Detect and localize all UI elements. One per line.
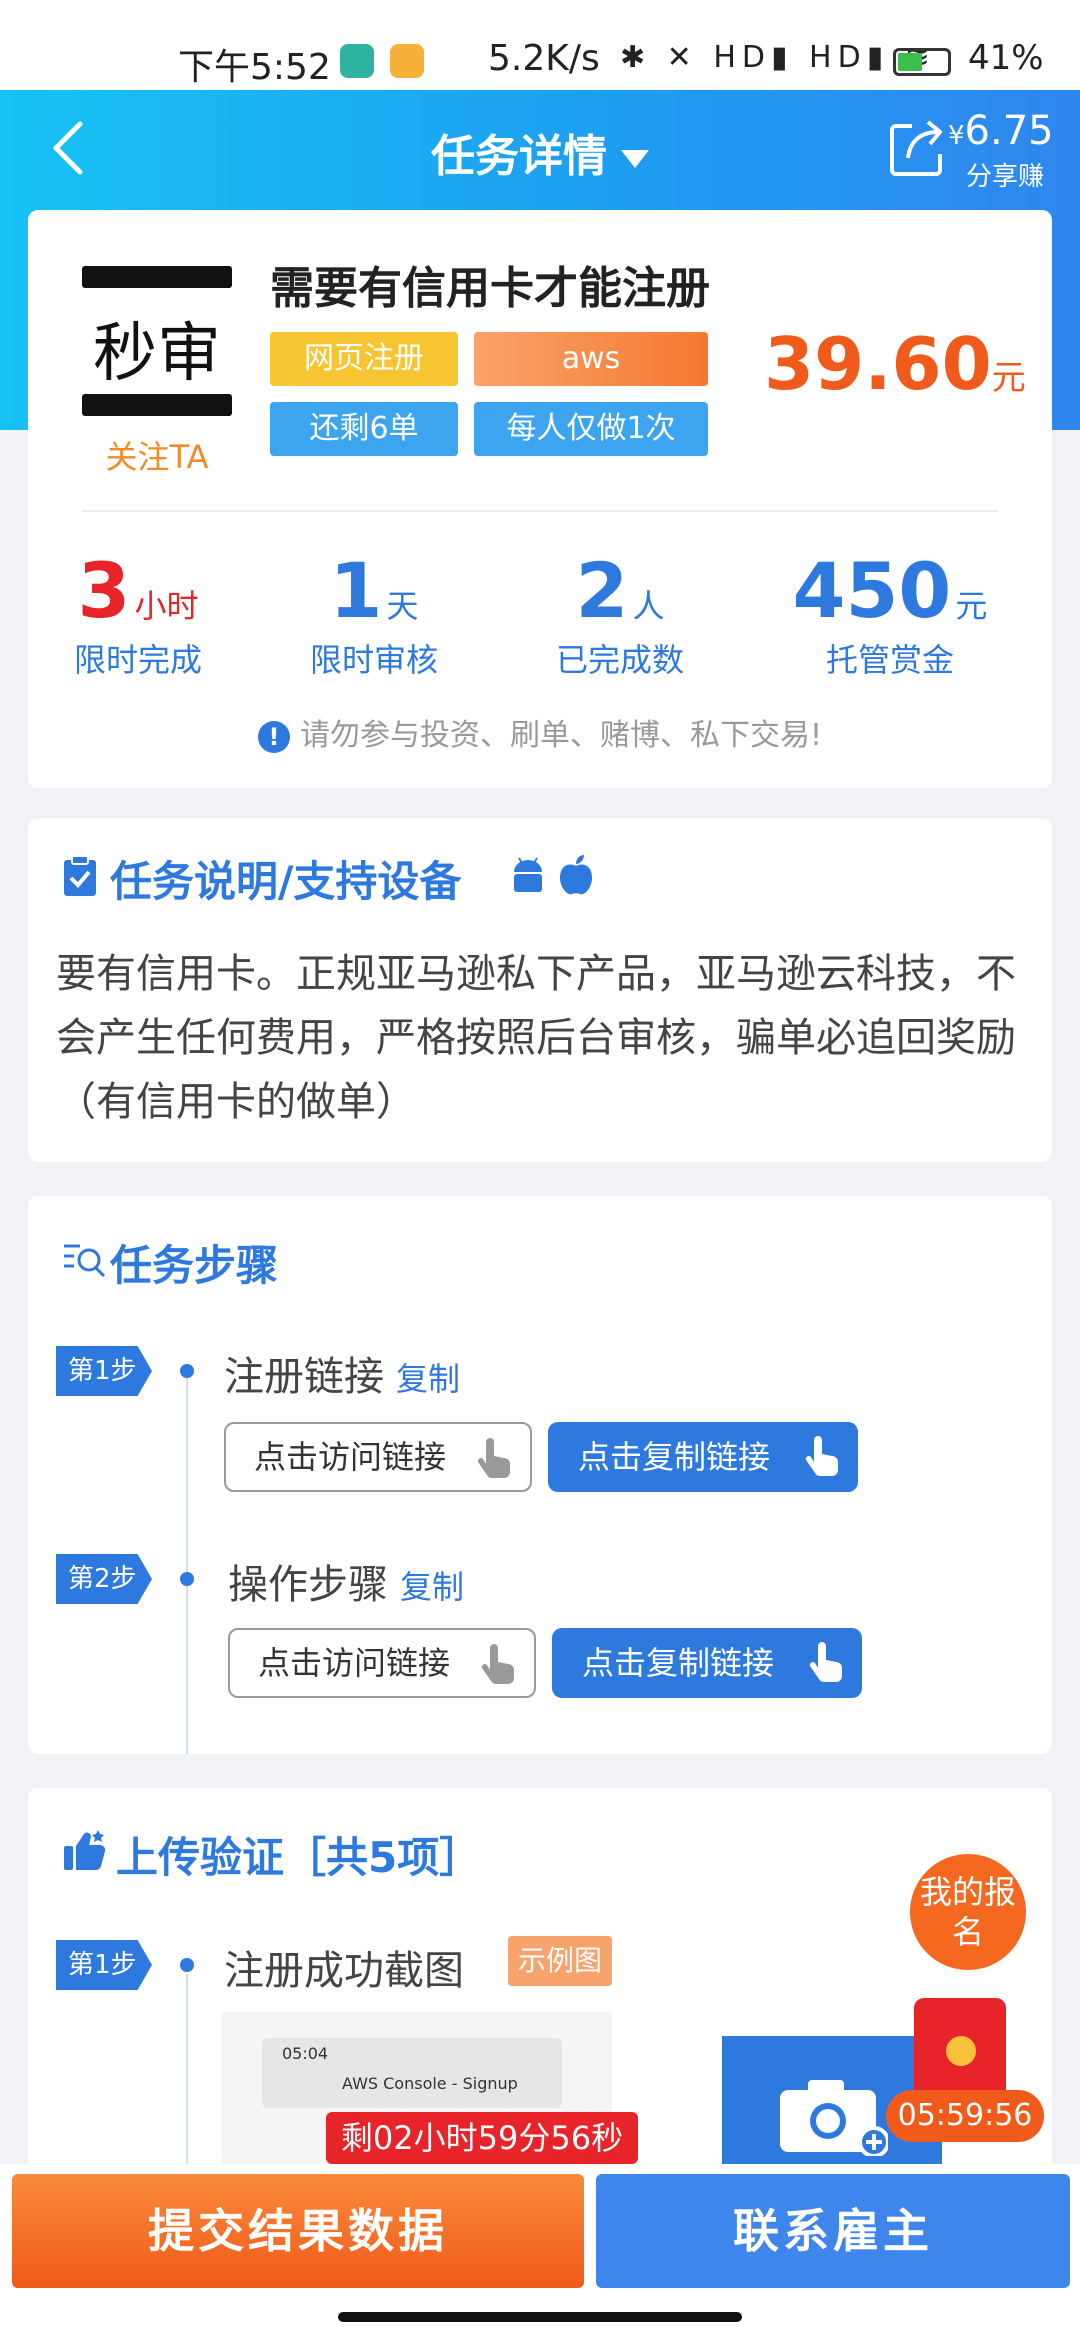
sample-tag: 示例图	[508, 1936, 612, 1986]
copy-step-link[interactable]: 复制	[400, 1568, 464, 1606]
dropdown-caret-icon	[621, 150, 649, 168]
upload-title: 上传验证［共5项］	[116, 1833, 482, 1882]
android-icon	[514, 857, 542, 892]
clipboard-check-icon	[64, 855, 96, 896]
tag-aws: aws	[474, 332, 708, 386]
sample-screenshot-header: 05:04 AWS Console - Signup	[262, 2038, 562, 2108]
page-title-text: 任务详情	[431, 131, 607, 182]
stat-value: 3	[77, 546, 131, 635]
visit-link-label: 点击访问链接	[254, 1438, 447, 1476]
contact-employer-button[interactable]: 联系雇主	[596, 2174, 1070, 2288]
timeline-dot	[180, 1572, 194, 1586]
list-search-icon	[64, 1244, 106, 1278]
stat-label: 已完成数	[555, 641, 684, 679]
description-text: 要有信用卡。正规亚马逊私下产品，亚马逊云科技，不会产生任何费用，严格按照后台审核…	[56, 951, 1016, 1125]
sample-time: 05:04	[282, 2044, 329, 2063]
copy-link-label: 点击复制链接	[578, 1438, 771, 1476]
description-title: 任务说明/支持设备	[110, 857, 462, 906]
camera-icon	[780, 2080, 888, 2156]
timeline-line	[186, 1974, 188, 2188]
logo-bar-bottom	[82, 394, 232, 416]
signal-icons: ✱ ✕ HD▮ HD▮ ≋	[620, 40, 936, 75]
tag-web-register: 网页注册	[270, 332, 458, 386]
logo-text: 秒审	[93, 317, 221, 391]
copy-link-button[interactable]: 点击复制链接	[552, 1628, 862, 1698]
stat-review-limit: 1天 限时审核	[264, 546, 484, 681]
divider	[82, 510, 998, 512]
copy-step-link[interactable]: 复制	[396, 1360, 460, 1398]
hand-pointer-icon	[805, 1436, 838, 1476]
share-earn-label[interactable]: 分享赚	[966, 156, 1044, 193]
network-speed: 5.2K/s	[488, 38, 600, 79]
step-title: 操作步骤 复制	[228, 1552, 464, 1610]
my-signup-button[interactable]: 我的报名	[910, 1854, 1026, 1970]
stat-time-limit: 3 小时 限时完成	[28, 546, 248, 681]
visit-link-button[interactable]: 点击访问链接	[224, 1422, 532, 1492]
battery-icon	[893, 48, 951, 76]
stat-unit: 人	[632, 587, 665, 625]
task-summary-card: 秒审 关注TA 需要有信用卡才能注册 网页注册 aws 还剩6单 每人仅做1次 …	[28, 210, 1052, 788]
share-icon[interactable]	[888, 112, 948, 180]
stat-completed-count: 2人 已完成数	[510, 546, 730, 681]
publisher-logo[interactable]: 秒审	[82, 266, 232, 416]
status-bar: 下午5:52 5.2K/s ✱ ✕ HD▮ HD▮ ≋ 41%	[0, 0, 1080, 90]
task-price: 39.60元	[764, 322, 1026, 406]
timeline-line	[186, 1372, 188, 1754]
timeline-dot	[180, 1364, 194, 1378]
stat-label: 限时完成	[73, 641, 202, 679]
step-title-text: 注册链接	[224, 1354, 384, 1400]
share-amount[interactable]: ¥6.75	[948, 108, 1054, 154]
app-notification-icon	[340, 44, 374, 78]
step-badge: 第1步	[56, 1940, 152, 1990]
step-badge: 第1步	[56, 1346, 152, 1396]
red-packet-timer: 05:59:56	[886, 2090, 1044, 2142]
stat-value: 1	[329, 546, 383, 635]
step-title-text: 操作步骤	[228, 1562, 388, 1608]
task-description-card: 任务说明/支持设备 要有信用卡。正规亚马逊私下产品，亚马逊云科技，不会产生任何费…	[28, 818, 1052, 1162]
share-amount-value: 6.75	[964, 108, 1054, 154]
app-notification-icon	[390, 44, 424, 78]
time-remaining-badge: 剩02小时59分56秒	[326, 2112, 638, 2176]
warning-notice: ! 请勿参与投资、刷单、赌博、私下交易!	[28, 710, 1052, 754]
stat-label: 托管赏金	[825, 641, 954, 679]
hand-pointer-icon	[809, 1642, 842, 1682]
warning-text: 请勿参与投资、刷单、赌博、私下交易!	[299, 718, 823, 753]
steps-title: 任务步骤	[110, 1241, 279, 1290]
exclamation-icon: !	[257, 720, 290, 753]
step-title: 注册链接 复制	[224, 1344, 460, 1402]
tag-remaining-orders: 还剩6单	[270, 402, 458, 456]
bottom-action-bar: 提交结果数据 联系雇主	[0, 2164, 1080, 2340]
hand-pointer-icon	[477, 1438, 510, 1478]
tag-once-per-person: 每人仅做1次	[474, 402, 708, 456]
logo-bar-top	[82, 266, 232, 288]
stat-unit: 元	[955, 587, 988, 625]
copy-link-label: 点击复制链接	[582, 1644, 775, 1682]
home-indicator[interactable]	[338, 2312, 742, 2322]
price-unit: 元	[991, 358, 1026, 398]
timeline-dot	[180, 1958, 194, 1972]
copy-link-button[interactable]: 点击复制链接	[548, 1422, 858, 1492]
stat-unit: 小时	[134, 587, 199, 625]
stat-escrow-reward: 450 元 托管赏金	[780, 546, 1000, 681]
stat-label: 限时审核	[309, 641, 438, 679]
thumbs-up-icon	[64, 1830, 106, 1871]
step-badge: 第2步	[56, 1554, 152, 1604]
visit-link-label: 点击访问链接	[258, 1644, 451, 1682]
hand-pointer-icon	[481, 1644, 514, 1684]
apple-icon	[560, 855, 592, 895]
status-time: 下午5:52	[178, 47, 331, 88]
price-value: 39.60	[764, 322, 992, 406]
follow-button[interactable]: 关注TA	[80, 432, 234, 478]
stat-value: 450	[792, 546, 952, 635]
battery-level: 41%	[968, 38, 1044, 78]
stat-value: 2	[575, 546, 629, 635]
visit-link-button[interactable]: 点击访问链接	[228, 1628, 536, 1698]
sample-caption: AWS Console - Signup	[342, 2074, 518, 2093]
task-steps-card: 任务步骤 第1步 注册链接 复制 点击访问链接 点击复制链接 第2步 操作步骤 复制…	[28, 1196, 1052, 1754]
stat-unit: 天	[386, 587, 419, 625]
submit-results-button[interactable]: 提交结果数据	[12, 2174, 584, 2288]
currency-symbol: ¥	[948, 121, 965, 151]
task-name: 需要有信用卡才能注册	[270, 263, 710, 314]
upload-item-title: 注册成功截图	[224, 1948, 464, 1994]
